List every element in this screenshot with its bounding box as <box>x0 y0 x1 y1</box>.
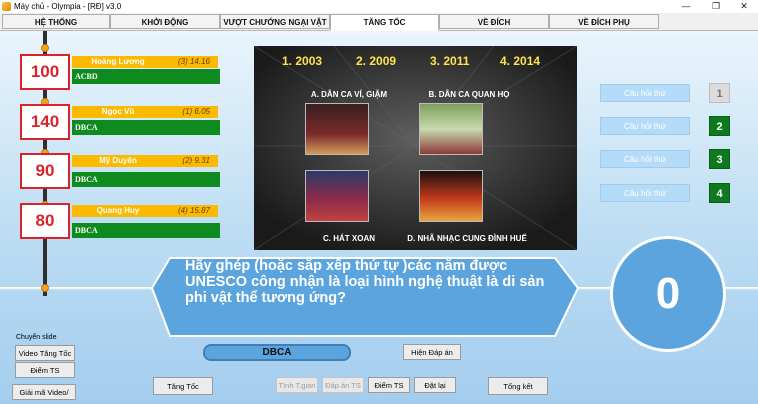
question-button-3[interactable]: Câu hỏi thứ <box>600 150 690 168</box>
track-dot <box>41 284 49 292</box>
player-name-bar: Ngọc Vũ (1) 6.05 <box>72 106 218 118</box>
question-number-4[interactable]: 4 <box>709 183 730 203</box>
player-name-bar: Hoàng Lương (3) 14.16 <box>72 56 218 68</box>
player-name: Ngọc Vũ <box>101 107 135 116</box>
player-time: (2) 9.31 <box>182 156 210 165</box>
track-dot <box>41 44 49 52</box>
correct-answer-display: DBCA <box>203 344 351 361</box>
question-media: 1. 2003 2. 2009 3. 2011 4. 2014 A. DÂN C… <box>254 46 577 250</box>
player-score: 80 <box>20 203 70 239</box>
photo-b <box>419 103 483 155</box>
player-name: Mỹ Duyên <box>99 156 137 165</box>
question-number-2[interactable]: 2 <box>709 116 730 136</box>
tinh-thoi-gian-button[interactable]: Tính T.gian <box>276 377 318 393</box>
video-tang-toc-button[interactable]: Video Tăng Tốc <box>15 345 75 361</box>
player-answer: DBCA <box>72 120 220 135</box>
player-score: 100 <box>20 54 70 90</box>
diem-ts-button[interactable]: Điểm TS <box>15 362 75 378</box>
caption-d: D. NHÃ NHẠC CUNG ĐÌNH HUẾ <box>407 234 527 243</box>
restore-button[interactable]: ❐ <box>702 0 730 13</box>
tab-ve-dich-phu[interactable]: VỀ ĐÍCH PHỤ <box>549 14 659 29</box>
minimize-button[interactable]: — <box>672 0 700 13</box>
player-name: Quang Huy <box>96 206 140 215</box>
tong-ket-button[interactable]: Tổng kết <box>488 377 548 395</box>
question-button-2[interactable]: Câu hỏi thứ <box>600 117 690 135</box>
tab-he-thong[interactable]: HỆ THỐNG <box>2 14 110 29</box>
window-title: Máy chủ - Olympia - [RĐ] v3.0 <box>14 2 122 11</box>
year-2: 2. 2009 <box>356 54 397 68</box>
player-time: (1) 6.05 <box>182 107 210 116</box>
caption-b: B. DÂN CA QUAN HỌ <box>428 90 510 99</box>
main-panel: 100 Hoàng Lương (3) 14.16 ACBD 140 Ngọc … <box>0 31 758 404</box>
year-3: 3. 2011 <box>430 54 470 68</box>
player-answer: DBCA <box>72 172 220 187</box>
diem-ts-bottom-button[interactable]: Điểm TS <box>368 377 410 393</box>
player-name-bar: Mỹ Duyên (2) 9.31 <box>72 155 218 167</box>
question-button-1[interactable]: Câu hỏi thứ <box>600 84 690 102</box>
caption-a: A. DÂN CA VÍ, GIẶM <box>310 90 388 99</box>
tang-toc-button[interactable]: Tăng Tốc <box>153 377 213 395</box>
dat-lai-button[interactable]: Đặt lại <box>414 377 456 393</box>
tab-vuot-chuong-ngai-vat[interactable]: VƯỢT CHƯỚNG NGẠI VẬT <box>220 14 330 29</box>
tab-tang-toc[interactable]: TĂNG TỐC <box>330 14 439 31</box>
tab-khoi-dong[interactable]: KHỞI ĐỘNG <box>110 14 220 29</box>
tab-ve-dich[interactable]: VỀ ĐÍCH <box>439 14 549 29</box>
show-answer-button[interactable]: Hiện Đáp án <box>403 344 461 360</box>
question-text: Hãy ghép (hoặc sắp xếp thứ tự )các năm đ… <box>185 258 545 306</box>
tab-strip: HỆ THỐNG KHỞI ĐỘNG VƯỢT CHƯỚNG NGẠI VẬT … <box>0 13 758 31</box>
question-button-4[interactable]: Câu hỏi thứ <box>600 184 690 202</box>
dap-an-ts-button[interactable]: Đáp án TS <box>322 377 364 393</box>
year-row: 1. 2003 2. 2009 3. 2011 4. 2014 <box>254 54 577 68</box>
photo-c <box>305 170 369 222</box>
player-answer: DBCA <box>72 223 220 238</box>
player-name: Hoàng Lương <box>91 57 145 66</box>
slide-label: Chuyển slide <box>16 334 57 341</box>
giai-ma-button[interactable]: Giải mã Video/Ảnh <box>12 384 76 400</box>
player-score: 140 <box>20 104 70 140</box>
question-number-1[interactable]: 1 <box>709 83 730 103</box>
photo-a <box>305 103 369 155</box>
caption-c: C. HÁT XOAN <box>323 234 375 243</box>
close-button[interactable]: ✕ <box>730 0 758 13</box>
title-bar: Máy chủ - Olympia - [RĐ] v3.0 — ❐ ✕ <box>0 0 758 13</box>
player-name-bar: Quang Huy (4) 15.87 <box>72 205 218 217</box>
player-time: (4) 15.87 <box>177 206 210 215</box>
question-number-3[interactable]: 3 <box>709 149 730 169</box>
player-time: (3) 14.16 <box>177 57 210 66</box>
year-4: 4. 2014 <box>500 54 541 68</box>
player-answer: ACBD <box>72 69 220 84</box>
timer-display: 0 <box>610 236 726 352</box>
player-score: 90 <box>20 153 70 189</box>
photo-d <box>419 170 483 222</box>
year-1: 1. 2003 <box>282 54 323 68</box>
media-background <box>254 46 577 250</box>
app-icon <box>2 2 11 11</box>
